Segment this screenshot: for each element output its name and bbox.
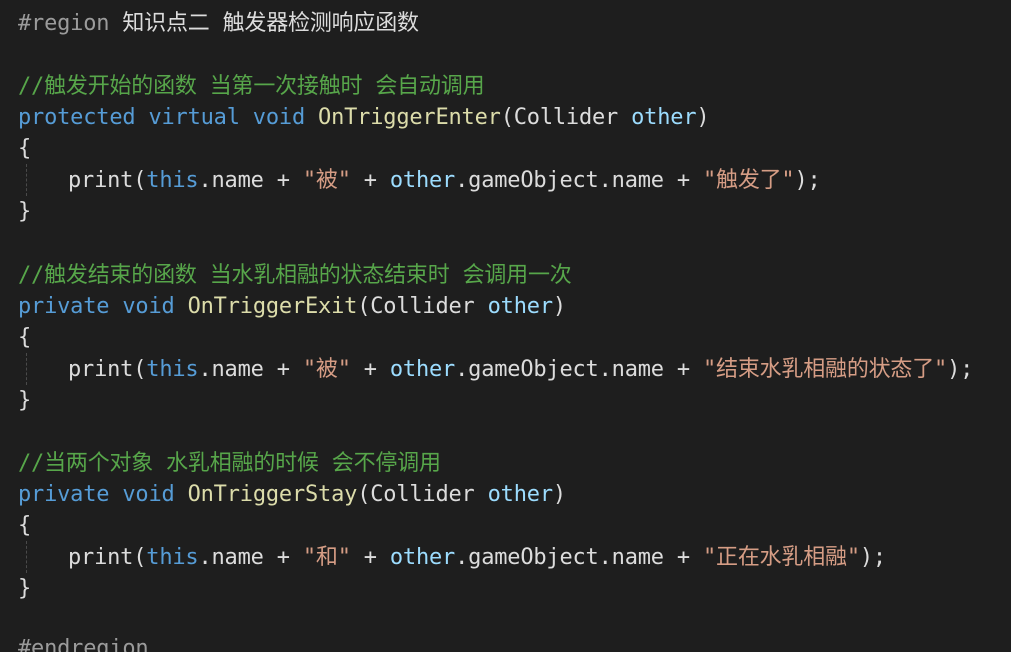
param-reference: other: [389, 168, 456, 193]
param-name: other: [631, 105, 697, 130]
string-literal: "被": [302, 168, 351, 193]
code-text: .gameObject.name +: [455, 545, 703, 570]
keyword-this: this: [146, 545, 199, 570]
open-brace: {: [18, 513, 32, 538]
code-text: +: [350, 168, 390, 193]
region-title: 知识点二 触发器检测响应函数: [109, 11, 419, 36]
method-name: OnTriggerEnter: [318, 105, 501, 130]
call-print: print(: [68, 357, 147, 382]
param-name: other: [487, 482, 553, 507]
param-type: (Collider: [357, 482, 488, 507]
code-comment: //触发开始的函数 当第一次接触时 会自动调用: [18, 74, 485, 99]
close-brace-line: }: [18, 386, 31, 416]
code-text: .gameObject.name +: [455, 168, 703, 193]
method-signature-line: protected virtual void OnTriggerEnter(Co…: [18, 103, 710, 133]
code-text: );: [947, 357, 974, 382]
call-print: print(: [68, 545, 147, 570]
method-signature-line: private void OnTriggerExit(Collider othe…: [18, 292, 566, 322]
close-brace: }: [18, 388, 32, 413]
code-text: .name +: [198, 357, 303, 382]
code-text: +: [350, 357, 390, 382]
method-modifiers: private void: [18, 482, 175, 507]
close-brace: }: [18, 199, 32, 224]
code-text: .gameObject.name +: [455, 357, 703, 382]
param-type: (Collider: [500, 105, 632, 130]
close-brace-line: }: [18, 574, 31, 604]
region-end-directive: #endregion: [18, 636, 149, 652]
code-editor[interactable]: #region 知识点二 触发器检测响应函数 //触发开始的函数 当第一次接触时…: [0, 0, 1011, 652]
method-name: OnTriggerStay: [187, 482, 358, 507]
method-signature-line: private void OnTriggerStay(Collider othe…: [18, 480, 566, 510]
param-close: ): [552, 294, 566, 319]
open-brace: {: [18, 136, 32, 161]
param-close: ): [696, 105, 710, 130]
method-modifiers: private void: [18, 294, 175, 319]
method-modifiers: protected virtual void: [18, 105, 305, 130]
comment-line: //触发结束的函数 当水乳相融的状态结束时 会调用一次: [18, 261, 572, 291]
method-body-line: print(this.name + "被" + other.gameObject…: [18, 166, 821, 196]
region-directive: #region: [18, 11, 110, 36]
string-literal: "和": [302, 545, 351, 570]
region-start-line: #region 知识点二 触发器检测响应函数: [18, 9, 419, 39]
code-text: );: [859, 545, 886, 570]
open-brace: {: [18, 325, 32, 350]
method-body-line: print(this.name + "和" + other.gameObject…: [18, 543, 886, 573]
code-comment: //触发结束的函数 当水乳相融的状态结束时 会调用一次: [18, 263, 572, 288]
open-brace-line: {: [18, 134, 31, 164]
code-text: .name +: [198, 168, 303, 193]
string-literal: "被": [302, 357, 351, 382]
param-reference: other: [389, 357, 456, 382]
keyword-this: this: [146, 168, 199, 193]
method-name: OnTriggerExit: [187, 294, 358, 319]
call-print: print(: [68, 168, 147, 193]
param-close: ): [552, 482, 566, 507]
comment-line: //触发开始的函数 当第一次接触时 会自动调用: [18, 72, 485, 102]
param-name: other: [487, 294, 553, 319]
close-brace: }: [18, 576, 32, 601]
code-text: );: [794, 168, 821, 193]
method-body-line: print(this.name + "被" + other.gameObject…: [18, 355, 973, 385]
open-brace-line: {: [18, 511, 31, 541]
code-comment: //当两个对象 水乳相融的时候 会不停调用: [18, 451, 441, 476]
region-end-line: #endregion: [18, 634, 149, 652]
code-text: +: [350, 545, 390, 570]
param-type: (Collider: [357, 294, 488, 319]
string-literal: "结束水乳相融的状态了": [702, 357, 948, 382]
code-text: .name +: [198, 545, 303, 570]
string-literal: "正在水乳相融": [702, 545, 860, 570]
comment-line: //当两个对象 水乳相融的时候 会不停调用: [18, 449, 441, 479]
param-reference: other: [389, 545, 456, 570]
close-brace-line: }: [18, 197, 31, 227]
open-brace-line: {: [18, 323, 31, 353]
string-literal: "触发了": [702, 168, 795, 193]
keyword-this: this: [146, 357, 199, 382]
